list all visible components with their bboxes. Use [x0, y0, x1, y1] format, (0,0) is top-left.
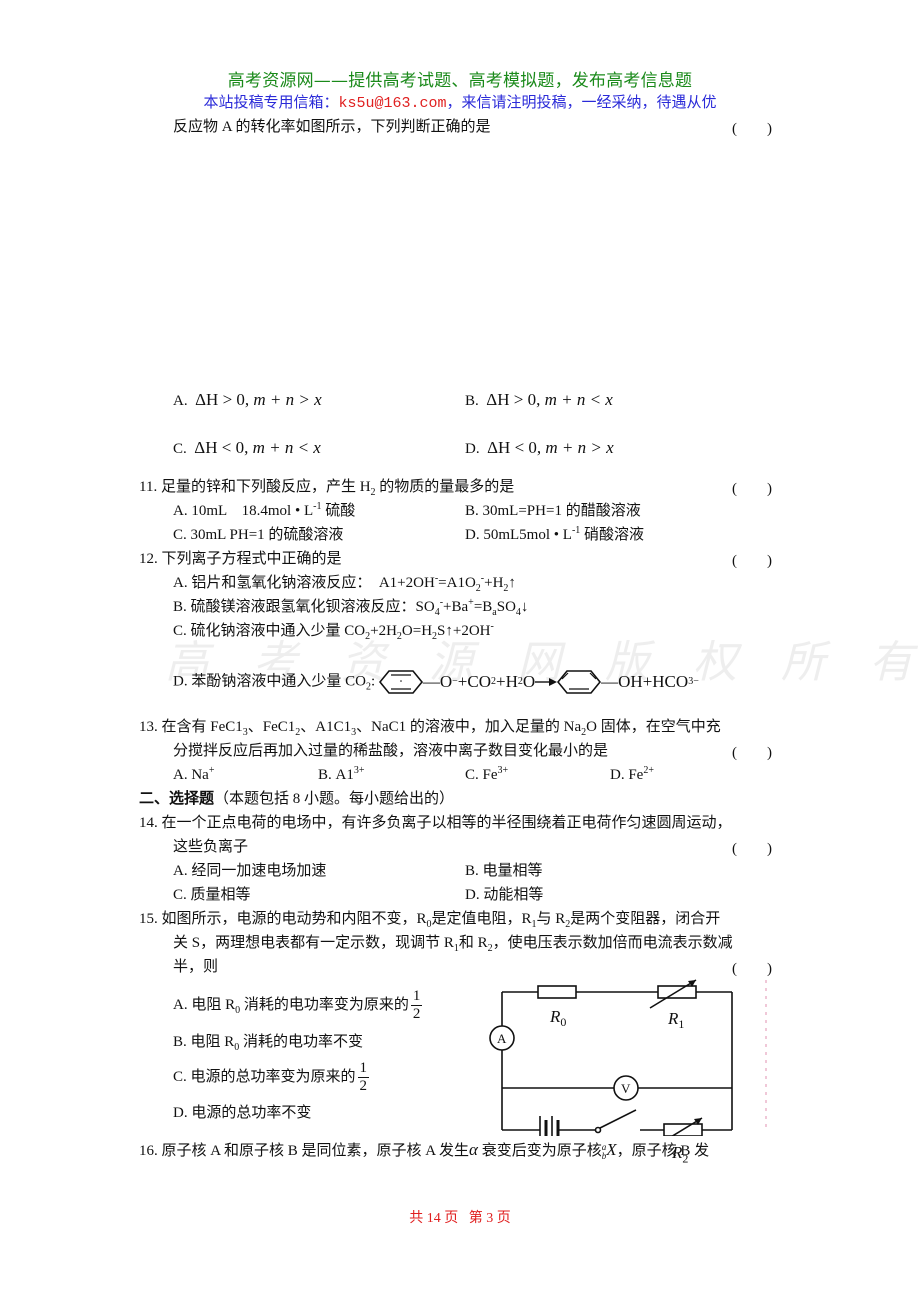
q11-answer-blank: ( )	[732, 481, 772, 497]
q14-option-a[interactable]: A. 经同一加速电场加速	[173, 861, 326, 881]
reaction-arrow-icon	[535, 678, 558, 686]
q11-number: 11.	[139, 479, 158, 495]
fraction-one-half: 12	[410, 988, 423, 1022]
section-note: （本题包括 8 小题。每小题给出的）	[214, 791, 455, 807]
q14-option-d[interactable]: D. 动能相等	[465, 885, 543, 905]
q15-option-b[interactable]: B. 电阻 R0 消耗的电功率不变	[173, 1032, 363, 1053]
page-total: 共 14 页	[409, 1211, 459, 1226]
q14-number: 14.	[139, 815, 158, 831]
circuit-diagram: R0 R1 S A V	[489, 979, 733, 1136]
q11-option-d[interactable]: D. 50mL5mol • L-1 硝酸溶液	[465, 525, 644, 545]
q15-stem-line1: 15. 如图所示，电源的电动势和内阻不变，R0是定值电阻，R1与 R2是两个变阻…	[139, 911, 721, 930]
q16-number: 16.	[139, 1143, 158, 1159]
q13-stem-line2: 分搅拌反应后再加入过量的稀盐酸，溶液中离子数目变化最小的是	[173, 743, 609, 759]
resistor-r0	[537, 985, 577, 999]
q12-answer-blank: ( )	[732, 553, 772, 569]
q11-option-a[interactable]: A. 10mL 18.4mol • L-1 硫酸	[173, 501, 355, 521]
q10-stem: 反应物 A 的转化率如图所示，下列判断正确的是	[173, 119, 491, 135]
q10-option-c[interactable]: C. ΔH < 0, m + n < x	[173, 438, 321, 459]
q13-stem-line1: 13. 在含有 FeC13、FeC12、A1C13、NaC1 的溶液中，加入足量…	[139, 719, 721, 738]
benzene-ring-icon	[378, 670, 423, 694]
section-title: 二、选择题	[139, 791, 215, 807]
q12-number: 12.	[139, 551, 158, 567]
q15-stem-line3: 半，则	[173, 959, 219, 975]
q12-stem: 12. 下列离子方程式中正确的是	[139, 551, 342, 567]
label-r1: R1	[667, 1009, 684, 1031]
q15-option-d[interactable]: D. 电源的总功率不变	[173, 1103, 311, 1123]
margin-dotted-line	[765, 980, 767, 1130]
q15-number: 15.	[139, 911, 158, 927]
q13-option-c[interactable]: C. Fe3+	[465, 765, 508, 785]
phenoxide-equation: —O − +CO 2 +H 2 O —OH+HCO 3−	[378, 669, 699, 695]
q15-option-a[interactable]: A. 电阻 R0 消耗的电功率变为原来的 1 2	[173, 988, 423, 1023]
contact-email-link[interactable]: ks5u@163.com	[338, 95, 446, 112]
q11-option-c[interactable]: C. 30mL PH=1 的硫酸溶液	[173, 525, 343, 545]
page-footer: 共 14 页 第 3 页	[0, 1207, 920, 1227]
q12-option-d[interactable]: D. 苯酚钠溶液中通入少量 CO2: —O − +CO 2 +H 2 O —OH+HCO 3…	[173, 669, 699, 695]
q10-option-b[interactable]: B. ΔH > 0, m + n < x	[465, 390, 613, 411]
q12-option-a[interactable]: A. 铝片和氢氧化钠溶液反应： A1+2OH-=A1O2-+H2↑	[173, 573, 516, 594]
q14-option-c[interactable]: C. 质量相等	[173, 885, 251, 905]
q15-answer-blank: ( )	[732, 961, 772, 977]
ammeter-label: A	[497, 1031, 507, 1046]
label-r0: R0	[549, 1007, 566, 1029]
fraction-one-half: 12	[357, 1060, 370, 1094]
q11-option-b[interactable]: B. 30mL=PH=1 的醋酸溶液	[465, 501, 641, 521]
q15-stem-line2: 关 S，两理想电表都有一定示数，现调节 R1和 R2，使电压表示数加倍而电流表示…	[173, 935, 733, 954]
contact-prefix: 本站投稿专用信箱：	[203, 93, 339, 111]
contact-suffix: ，来信请注明投稿，一经采纳，待遇从优	[446, 93, 717, 111]
q14-stem-line1: 14. 在一个正点电荷的电场中，有许多负离子以相等的半径围绕着正电荷作匀速圆周运…	[139, 815, 732, 831]
q16-stem: 16. 原子核 A 和原子核 B 是同位素，原子核 A 发生α 衰变后变为原子核…	[139, 1140, 710, 1161]
page-current: 第 3 页	[468, 1211, 511, 1226]
q15-option-c[interactable]: C. 电源的总功率变为原来的 1 2	[173, 1060, 370, 1095]
q13-option-a[interactable]: A. Na+	[173, 765, 214, 785]
q13-option-b[interactable]: B. A13+	[318, 765, 365, 785]
section-heading: 二、选择题（本题包括 8 小题。每小题给出的）	[139, 789, 454, 809]
q13-option-d[interactable]: D. Fe2+	[610, 765, 654, 785]
gas-arrow-up-icon: ↑	[508, 575, 516, 591]
q11-stem: 11. 足量的锌和下列酸反应，产生 H2 的物质的量最多的是	[139, 479, 515, 498]
switch-s	[599, 1109, 637, 1129]
q10-option-d[interactable]: D. ΔH < 0, m + n > x	[465, 438, 614, 459]
q14-option-b[interactable]: B. 电量相等	[465, 861, 543, 881]
q10-option-a[interactable]: A. ΔH > 0, m + n > x	[173, 390, 322, 411]
site-banner-contact: 本站投稿专用信箱：ks5u@163.com，来信请注明投稿，一经采纳，待遇从优	[0, 91, 920, 112]
site-banner-title: 高考资源网——提供高考试题、高考模拟题，发布高考信息题	[227, 71, 693, 91]
alpha-symbol: α	[469, 1140, 478, 1159]
q14-answer-blank: ( )	[732, 841, 772, 857]
q12-option-c[interactable]: C. 硫化钠溶液中通入少量 CO2+2H2O=H2S↑+2OH-	[173, 621, 494, 642]
q13-answer-blank: ( )	[732, 745, 772, 761]
q12-option-b[interactable]: B. 硫酸镁溶液跟氢氧化钡溶液反应：SO4-+Ba+=BaSO4↓	[173, 597, 529, 618]
benzene-ring-icon	[557, 670, 602, 694]
q10-answer-blank: ( )	[732, 121, 772, 137]
q13-number: 13.	[139, 719, 158, 735]
precipitate-arrow-down-icon: ↓	[520, 599, 529, 615]
voltmeter-label: V	[621, 1081, 631, 1096]
switch-pivot	[594, 1126, 602, 1134]
q14-stem-line2: 这些负离子	[173, 839, 249, 855]
